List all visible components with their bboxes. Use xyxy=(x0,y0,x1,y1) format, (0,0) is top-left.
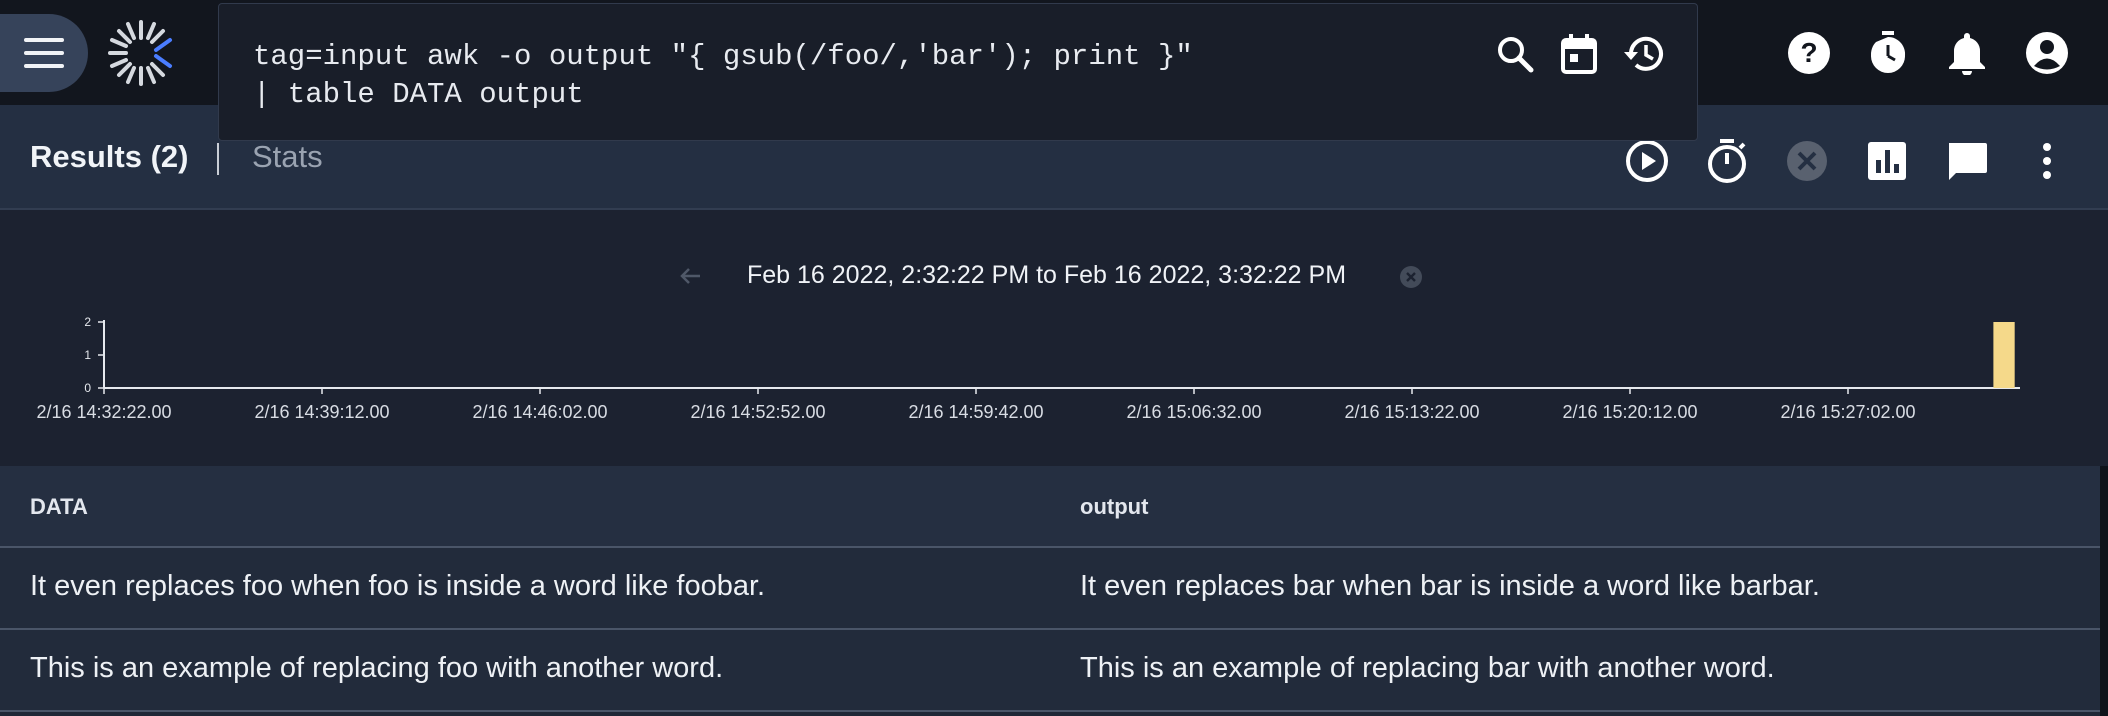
table-cell: It even replaces foo when foo is inside … xyxy=(30,570,766,602)
calendar-button[interactable] xyxy=(1555,30,1603,78)
chart-button[interactable] xyxy=(1861,135,1913,187)
time-range: Feb 16 2022, 2:32:22 PM to Feb 16 2022, … xyxy=(0,258,2108,298)
account-icon xyxy=(2026,32,2068,74)
tab-stats[interactable]: Stats xyxy=(252,139,323,175)
histogram-bar xyxy=(1993,322,2015,388)
x-tick-label: 2/16 15:06:32.00 xyxy=(1126,402,1261,422)
more-options-button[interactable] xyxy=(2021,135,2073,187)
table-row[interactable]: It even replaces foo when foo is inside … xyxy=(0,548,2100,630)
query-text[interactable]: tag=input awk -o output "{ gsub(/foo/,'b… xyxy=(253,38,1193,114)
table-cell: This is an example of replacing bar with… xyxy=(1080,652,1775,684)
x-tick-label: 2/16 14:39:12.00 xyxy=(254,402,389,422)
more-vert-icon xyxy=(2043,143,2051,179)
comment-icon xyxy=(1949,143,1987,180)
table-header: DATA output xyxy=(0,466,2100,548)
timeline-histogram: Feb 16 2022, 2:32:22 PM to Feb 16 2022, … xyxy=(0,210,2108,466)
stopwatch-icon xyxy=(1708,139,1746,183)
x-tick-label: 2/16 15:13:22.00 xyxy=(1344,402,1479,422)
search-button[interactable] xyxy=(1491,30,1539,78)
timer-button[interactable] xyxy=(1863,28,1913,78)
histogram-chart[interactable]: 0 1 2 2/16 14:32:22.00 2/16 14:39:12.00 2/16 … xyxy=(0,300,2108,450)
x-tick-label: 2/16 15:27:02.00 xyxy=(1780,402,1915,422)
x-tick-label: 2/16 14:59:42.00 xyxy=(908,402,1043,422)
help-icon: ? xyxy=(1788,32,1830,74)
tab-divider xyxy=(217,143,219,175)
cancel-search-button[interactable] xyxy=(1781,135,1833,187)
x-tick-label: 2/16 15:20:12.00 xyxy=(1562,402,1697,422)
account-button[interactable] xyxy=(2022,28,2072,78)
close-circle-icon xyxy=(1400,266,1422,288)
run-button[interactable] xyxy=(1621,135,1673,187)
x-tick-label: 2/16 14:32:22.00 xyxy=(36,402,171,422)
table-row[interactable]: This is an example of replacing foo with… xyxy=(0,630,2100,712)
help-button[interactable]: ? xyxy=(1784,28,1834,78)
menu-icon xyxy=(24,38,64,68)
time-range-label: Feb 16 2022, 2:32:22 PM to Feb 16 2022, … xyxy=(747,261,1347,289)
window-edge xyxy=(2100,466,2108,716)
previous-range-button[interactable] xyxy=(672,258,708,294)
column-header-data[interactable]: DATA xyxy=(30,494,88,520)
calendar-icon xyxy=(1561,34,1597,74)
app-logo xyxy=(108,20,172,86)
history-icon xyxy=(1624,36,1663,71)
results-table: DATA output It even replaces foo when fo… xyxy=(0,466,2108,716)
chart-icon xyxy=(1868,142,1906,180)
x-tick-label: 2/16 14:46:02.00 xyxy=(472,402,607,422)
y-tick-label: 1 xyxy=(84,348,91,362)
notifications-button[interactable] xyxy=(1942,28,1992,78)
comment-button[interactable] xyxy=(1941,135,1993,187)
menu-button[interactable] xyxy=(0,14,88,92)
query-line-1[interactable]: tag=input awk -o output "{ gsub(/foo/,'b… xyxy=(253,40,1193,73)
y-tick-label: 0 xyxy=(84,381,91,395)
notifications-icon xyxy=(1949,33,1985,75)
query-line-2[interactable]: | table DATA output xyxy=(253,78,584,111)
x-tick-label: 2/16 14:52:52.00 xyxy=(690,402,825,422)
cancel-icon xyxy=(1787,141,1827,181)
y-tick-label: 2 xyxy=(84,315,91,329)
play-icon xyxy=(1626,140,1668,182)
svg-text:?: ? xyxy=(1800,37,1817,68)
search-icon xyxy=(1498,37,1534,73)
history-button[interactable] xyxy=(1619,30,1667,78)
arrow-left-icon xyxy=(680,268,700,284)
timeframe-button[interactable] xyxy=(1701,135,1753,187)
column-header-output[interactable]: output xyxy=(1080,494,1148,520)
clear-range-button[interactable] xyxy=(1396,262,1426,292)
query-editor[interactable]: tag=input awk -o output "{ gsub(/foo/,'b… xyxy=(218,3,1698,141)
timer-icon xyxy=(1871,31,1906,73)
table-cell: This is an example of replacing foo with… xyxy=(30,652,724,684)
tab-results[interactable]: Results (2) xyxy=(30,139,188,175)
table-cell: It even replaces bar when bar is inside … xyxy=(1080,570,1820,602)
